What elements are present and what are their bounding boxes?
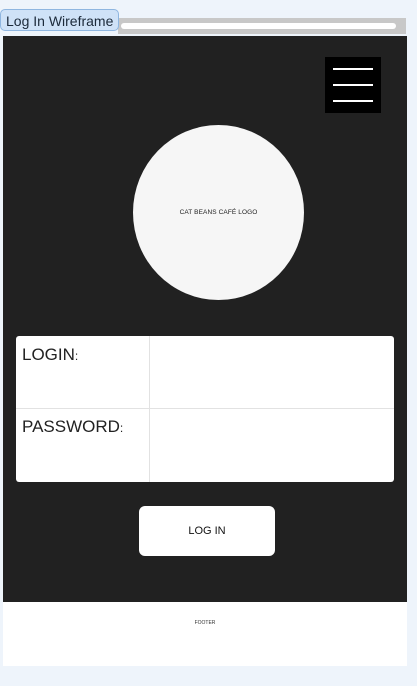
footer: FOOTER [3, 602, 407, 666]
frame-title-tab[interactable]: Log In Wireframe [0, 9, 120, 31]
password-input[interactable] [151, 409, 394, 480]
password-label-colon: : [119, 421, 124, 435]
logo-text: CAT BEANS CAFÉ LOGO [179, 209, 258, 216]
frame-title: Log In Wireframe [6, 13, 114, 29]
form-column-divider [149, 336, 150, 482]
login-form: LOGIN: PASSWORD: [16, 336, 394, 482]
menu-bar-top [333, 68, 373, 70]
footer-text: FOOTER [194, 620, 216, 626]
password-label-text: PASSWORD [22, 417, 120, 436]
password-label: PASSWORD: [22, 417, 123, 437]
login-button[interactable]: LOG IN [139, 506, 275, 556]
login-label: LOGIN: [22, 345, 78, 365]
login-label-text: LOGIN [22, 345, 75, 364]
menu-button[interactable] [325, 57, 381, 113]
menu-bar-middle [333, 84, 373, 86]
login-label-colon: : [74, 349, 79, 363]
menu-bar-bottom [333, 100, 373, 102]
app-screen: CAT BEANS CAFÉ LOGO LOGIN: PASSWORD: LOG… [3, 36, 407, 602]
logo-placeholder: CAT BEANS CAFÉ LOGO [133, 125, 304, 300]
scrollbar-thumb[interactable] [121, 23, 396, 29]
horizontal-scrollbar[interactable] [118, 18, 406, 34]
login-input[interactable] [151, 336, 394, 407]
